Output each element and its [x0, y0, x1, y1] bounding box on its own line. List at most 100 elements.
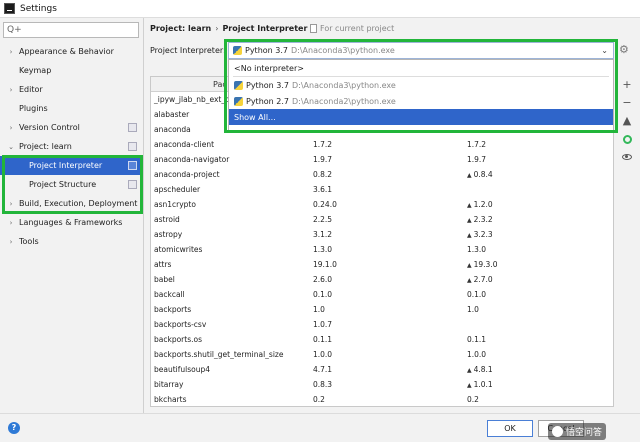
- latest-version-text: 0.1.1: [467, 335, 487, 344]
- version-cell: 0.2: [313, 395, 325, 404]
- package-name-cell: anaconda-project: [154, 170, 220, 179]
- table-row[interactable]: anaconda-navigator 1.9.7 1.9.7: [151, 152, 613, 167]
- sidebar-item-project-learn[interactable]: ⌄ Project: learn: [0, 137, 143, 156]
- project-scope-icon: [128, 123, 137, 132]
- version-cell: 1.3.0: [313, 245, 333, 254]
- latest-version-cell: ▲ 2.7.0: [459, 275, 613, 284]
- latest-version-cell: 0.2: [459, 395, 613, 404]
- latest-version-text: 1.0: [467, 305, 479, 314]
- table-row[interactable]: atomicwrites 1.3.0 1.3.0: [151, 242, 613, 257]
- add-package-button[interactable]: +: [618, 76, 636, 94]
- loading-spinner-icon: [622, 134, 632, 144]
- sidebar-item-keymap[interactable]: Keymap: [0, 61, 143, 80]
- chevron-right-icon: ›: [9, 237, 13, 246]
- version-cell: 0.1.0: [313, 290, 333, 299]
- settings-search-input[interactable]: Q+: [3, 22, 139, 38]
- version-cell: 1.9.7: [313, 155, 333, 164]
- table-row[interactable]: backcall 0.1.0 0.1.0: [151, 287, 613, 302]
- for-current-project-label: For current project: [320, 24, 395, 33]
- table-row[interactable]: bitarray 0.8.3 ▲ 1.0.1: [151, 377, 613, 392]
- upgrade-available-icon: ▲: [467, 172, 472, 179]
- refresh-button[interactable]: [618, 130, 636, 148]
- upgrade-package-button[interactable]: ▲: [618, 112, 636, 130]
- package-name-cell: babel: [154, 275, 175, 284]
- table-row[interactable]: astroid 2.2.5 ▲ 2.3.2: [151, 212, 613, 227]
- version-cell: 1.0.7: [313, 320, 333, 329]
- breadcrumb: Project: learn › Project Interpreter: [150, 24, 307, 33]
- upgrade-available-icon: ▲: [467, 202, 472, 209]
- latest-version-cell: 0.1.0: [459, 290, 613, 299]
- table-row[interactable]: beautifulsoup4 4.7.1 ▲ 4.8.1: [151, 362, 613, 377]
- sidebar-item-editor[interactable]: › Editor: [0, 80, 143, 99]
- breadcrumb-root: Project: learn: [150, 24, 212, 33]
- sidebar-item-appearance[interactable]: › Appearance & Behavior: [0, 42, 143, 61]
- version-cell: 2.6.0: [313, 275, 333, 284]
- table-row[interactable]: backports 1.0 1.0: [151, 302, 613, 317]
- table-row[interactable]: backports.shutil_get_terminal_size 1.0.0 1…: [151, 347, 613, 362]
- sidebar-item-label: Keymap: [19, 66, 52, 75]
- version-cell: 1.7.2: [313, 140, 333, 149]
- gear-icon[interactable]: ⚙: [619, 43, 629, 56]
- show-early-releases-button[interactable]: [618, 148, 636, 166]
- sidebar-item-label: Plugins: [19, 104, 48, 113]
- package-toolbar: + − ▲: [618, 76, 636, 166]
- latest-version-cell: 1.0.0: [459, 350, 613, 359]
- for-current-project-note: For current project: [310, 24, 394, 33]
- pycharm-logo-icon: [4, 3, 15, 14]
- version-cell: 0.8.3: [313, 380, 333, 389]
- latest-version-text: 2.3.2: [473, 215, 493, 224]
- help-icon[interactable]: ?: [8, 422, 20, 434]
- latest-version-cell: ▲ 0.8.4: [459, 170, 613, 179]
- latest-version-cell: ▲ 4.8.1: [459, 365, 613, 374]
- latest-version-cell: 0.1.1: [459, 335, 613, 344]
- sidebar-item-label: Editor: [19, 85, 43, 94]
- table-row[interactable]: astropy 3.1.2 ▲ 3.2.3: [151, 227, 613, 242]
- chevron-right-icon: ›: [9, 218, 13, 227]
- table-row[interactable]: asn1crypto 0.24.0 ▲ 1.2.0: [151, 197, 613, 212]
- latest-version-cell: ▲ 1.2.0: [459, 200, 613, 209]
- version-cell: 1.0: [313, 305, 325, 314]
- table-row[interactable]: babel 2.6.0 ▲ 2.7.0: [151, 272, 613, 287]
- latest-version-text: 1.9.7: [467, 155, 487, 164]
- table-row[interactable]: bkcharts 0.2 0.2: [151, 392, 613, 406]
- remove-package-button[interactable]: −: [618, 94, 636, 112]
- sidebar-item-tools[interactable]: › Tools: [0, 232, 143, 251]
- sidebar-item-plugins[interactable]: Plugins: [0, 99, 143, 118]
- upgrade-available-icon: ▲: [467, 367, 472, 374]
- latest-version-text: 1.2.0: [473, 200, 493, 209]
- package-name-cell: atomicwrites: [154, 245, 203, 254]
- sidebar-item-languages[interactable]: › Languages & Frameworks: [0, 213, 143, 232]
- version-cell: 2.2.5: [313, 215, 333, 224]
- table-row[interactable]: backports.os 0.1.1 0.1.1: [151, 332, 613, 347]
- table-row[interactable]: attrs 19.1.0 ▲ 19.3.0: [151, 257, 613, 272]
- package-name-cell: apscheduler: [154, 185, 201, 194]
- upgrade-available-icon: ▲: [467, 277, 472, 284]
- latest-version-cell: ▲ 1.0.1: [459, 380, 613, 389]
- package-name-cell: backcall: [154, 290, 185, 299]
- table-row[interactable]: apscheduler 3.6.1: [151, 182, 613, 197]
- chevron-down-icon: ⌄: [8, 142, 14, 151]
- ok-button[interactable]: OK: [487, 420, 533, 437]
- table-row[interactable]: anaconda-client 1.7.2 1.7.2: [151, 137, 613, 152]
- sidebar-item-version-control[interactable]: › Version Control: [0, 118, 143, 137]
- latest-version-text: 1.0.1: [473, 380, 493, 389]
- version-cell: 3.1.2: [313, 230, 333, 239]
- sidebar-item-label: Appearance & Behavior: [19, 47, 114, 56]
- version-cell: 0.8.2: [313, 170, 333, 179]
- table-row[interactable]: backports-csv 1.0.7: [151, 317, 613, 332]
- package-name-cell: backports.os: [154, 335, 202, 344]
- latest-version-cell: 1.9.7: [459, 155, 613, 164]
- chevron-right-icon: ›: [9, 85, 13, 94]
- sidebar-item-label: Project: learn: [19, 142, 72, 151]
- latest-version-text: 2.7.0: [473, 275, 493, 284]
- upgrade-available-icon: ▲: [467, 232, 472, 239]
- watermark: 悟空问答: [548, 423, 607, 440]
- breadcrumb-separator: ›: [215, 24, 219, 33]
- upgrade-available-icon: ▲: [467, 382, 472, 389]
- latest-version-text: 0.8.4: [473, 170, 493, 179]
- settings-content: Project: learn › Project Interpreter For c…: [144, 18, 640, 413]
- package-name-cell: attrs: [154, 260, 172, 269]
- table-row[interactable]: anaconda-project 0.8.2 ▲ 0.8.4: [151, 167, 613, 182]
- upgrade-available-icon: ▲: [467, 262, 472, 269]
- latest-version-cell: ▲ 2.3.2: [459, 215, 613, 224]
